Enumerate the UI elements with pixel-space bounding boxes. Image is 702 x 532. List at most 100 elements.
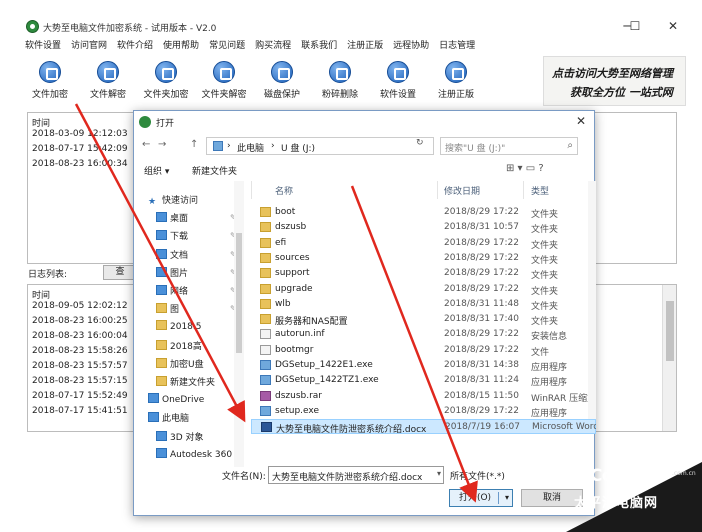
toolbar-icon-5	[329, 61, 351, 83]
log-row[interactable]: 2018-08-23 15:57:57	[32, 361, 128, 371]
recent-row[interactable]: 2018-03-09 12:12:03	[32, 129, 128, 139]
recent-row[interactable]: 2018-08-23 16:00:34	[32, 159, 128, 169]
file-row-selected[interactable]: 大势至电脑文件防泄密系统介绍.docx 2018/7/19 16:07 Micros…	[251, 419, 596, 435]
nav-item[interactable]: ★ 快速访问	[148, 193, 198, 209]
query-button[interactable]: 查	[103, 265, 137, 280]
toolbar-button-0[interactable]: 文件加密	[20, 58, 80, 104]
log-row[interactable]: 2018-09-05 12:02:12	[32, 301, 128, 311]
close-button[interactable]: ✕	[658, 16, 688, 36]
recent-row[interactable]: 2018-07-17 15:42:09	[32, 144, 128, 154]
file-type: 应用程序	[531, 378, 568, 389]
nav-item[interactable]: 图	[156, 302, 179, 318]
file-date: 2018/8/31 11:24	[444, 375, 519, 386]
file-row[interactable]: support 2018/8/29 17:22 文件夹	[251, 266, 596, 281]
toolbar-button-4[interactable]: 磁盘保护	[252, 58, 312, 104]
file-row[interactable]: efi 2018/8/29 17:22 文件夹	[251, 236, 596, 251]
file-row[interactable]: boot 2018/8/29 17:22 文件夹	[251, 205, 596, 220]
log-row[interactable]: 2018-08-23 15:57:15	[32, 376, 128, 386]
nav-item[interactable]: 新建文件夹	[156, 375, 215, 391]
toolbar-button-1[interactable]: 文件解密	[78, 58, 138, 104]
forward-arrow-icon[interactable]: →	[158, 139, 166, 150]
menu-item-0[interactable]: 软件设置	[20, 37, 66, 55]
up-arrow-icon[interactable]: ↑	[190, 139, 198, 150]
file-type-select[interactable]: 所有文件(*.*)	[450, 469, 505, 482]
filename-input[interactable]: 大势至电脑文件防泄密系统介绍.docx ▾	[268, 466, 444, 484]
nav-item[interactable]: 下载	[156, 229, 188, 245]
log-scroll-thumb[interactable]	[666, 301, 674, 361]
toolbar-button-7[interactable]: 注册正版	[426, 58, 486, 104]
toolbar-icon-6	[387, 61, 409, 83]
file-date: 2018/8/29 17:22	[444, 329, 519, 340]
open-file-dialog: 打开 ✕ ← → ↑ › 此电脑 › U 盘 (J:) ↻ 搜索"U 盘 (J:…	[133, 110, 596, 516]
address-bar[interactable]: › 此电脑 › U 盘 (J:)	[206, 137, 434, 155]
file-row[interactable]: DGSetup_1422E1.exe 2018/8/31 14:38 应用程序	[251, 358, 596, 373]
toolbar-button-6[interactable]: 软件设置	[368, 58, 428, 104]
navigation-pane: ★快速访问桌面✎下载✎文档✎图片✎网络✎图✎2018.52018高加密U盘新建文…	[144, 181, 244, 467]
log-scrollbar[interactable]	[662, 285, 676, 431]
file-date: 2018/8/31 11:48	[444, 298, 519, 309]
nav-item[interactable]: 文档	[156, 248, 188, 264]
view-options-icon[interactable]: ⊞ ▾ ▭ ?	[506, 163, 544, 174]
menu-item-3[interactable]: 使用帮助	[158, 37, 204, 55]
column-header-date[interactable]: 修改日期	[444, 184, 480, 197]
file-row[interactable]: dszusb 2018/8/31 10:57 文件夹	[251, 220, 596, 235]
file-row[interactable]: autorun.inf 2018/8/29 17:22 安装信息	[251, 327, 596, 342]
nav-item[interactable]: 2018高	[156, 339, 202, 355]
promo-banner[interactable]: 点击访问大势至网络管理 获取全方位 一站式网	[543, 56, 686, 106]
dialog-close-button[interactable]: ✕	[576, 114, 586, 128]
organize-button[interactable]: 组织 ▾	[144, 164, 169, 177]
command-bar: 组织 ▾ 新建文件夹 ⊞ ▾ ▭ ?	[134, 161, 594, 179]
menu-item-7[interactable]: 注册正版	[342, 37, 388, 55]
log-row[interactable]: 2018-07-17 15:52:49	[32, 391, 128, 401]
new-folder-button[interactable]: 新建文件夹	[192, 164, 237, 177]
file-row[interactable]: DGSetup_1422TZ1.exe 2018/8/31 11:24 应用程序	[251, 373, 596, 388]
menu-item-9[interactable]: 日志管理	[434, 37, 480, 55]
nav-scrollbar[interactable]	[234, 181, 244, 467]
nav-item[interactable]: OneDrive	[148, 393, 204, 409]
log-row[interactable]: 2018-08-23 15:58:26	[32, 346, 128, 356]
nav-item-label: 新建文件夹	[170, 378, 216, 388]
menu-item-4[interactable]: 常见问题	[204, 37, 250, 55]
nav-item[interactable]: Autodesk 360	[156, 447, 232, 464]
log-row[interactable]: 2018-08-23 16:00:25	[32, 316, 128, 326]
nav-scroll-thumb[interactable]	[236, 233, 242, 353]
nav-item[interactable]: 桌面	[156, 211, 188, 227]
back-arrow-icon[interactable]: ←	[142, 139, 150, 150]
nav-item[interactable]: 网络	[156, 284, 188, 300]
file-row[interactable]: dszusb.rar 2018/8/15 11:50 WinRAR 压缩文	[251, 389, 596, 404]
file-row[interactable]: wlb 2018/8/31 11:48 文件夹	[251, 297, 596, 312]
menu-item-6[interactable]: 联系我们	[296, 37, 342, 55]
address-segment-this-pc[interactable]: 此电脑	[237, 141, 264, 154]
file-list-scrollbar[interactable]	[588, 181, 596, 419]
toolbar-button-2[interactable]: 文件夹加密	[136, 58, 196, 104]
nav-item[interactable]: 2018.5	[156, 320, 202, 336]
refresh-icon[interactable]: ↻	[416, 138, 424, 148]
toolbar-button-3[interactable]: 文件夹解密	[194, 58, 254, 104]
column-header-type[interactable]: 类型	[531, 184, 549, 197]
file-row[interactable]: 服务器和NAS配置 2018/8/31 17:40 文件夹	[251, 312, 596, 327]
open-button[interactable]: 打开(O) ▾	[449, 489, 513, 507]
toolbar-icon-4	[271, 61, 293, 83]
menu-item-1[interactable]: 访问官网	[66, 37, 112, 55]
search-input[interactable]: 搜索"U 盘 (J:)" ⌕	[440, 137, 578, 155]
log-row[interactable]: 2018-08-23 16:00:04	[32, 331, 128, 341]
menu-item-2[interactable]: 软件介绍	[112, 37, 158, 55]
file-row[interactable]: bootmgr 2018/8/29 17:22 文件	[251, 343, 596, 358]
nav-item[interactable]: 图片	[156, 266, 188, 282]
nav-item[interactable]: 此电脑	[148, 411, 189, 427]
menu-item-5[interactable]: 购买流程	[250, 37, 296, 55]
file-row[interactable]: setup.exe 2018/8/29 17:22 应用程序	[251, 404, 596, 419]
nav-item[interactable]: 3D 对象	[156, 430, 204, 446]
menu-item-8[interactable]: 远程协助	[388, 37, 434, 55]
log-row[interactable]: 2018-07-17 15:41:51	[32, 406, 128, 416]
file-row[interactable]: upgrade 2018/8/29 17:22 文件夹	[251, 282, 596, 297]
filename-dropdown-icon[interactable]: ▾	[437, 469, 441, 478]
open-split-arrow-icon[interactable]: ▾	[505, 490, 509, 506]
column-header-name[interactable]: 名称	[275, 184, 293, 197]
toolbar-button-5[interactable]: 粉碎删除	[310, 58, 370, 104]
file-row[interactable]: sources 2018/8/29 17:22 文件夹	[251, 251, 596, 266]
address-segment-usb[interactable]: U 盘 (J:)	[281, 141, 315, 154]
maximize-button[interactable]: ☐	[620, 16, 650, 36]
nav-item[interactable]: 加密U盘	[156, 357, 204, 373]
exe-icon	[260, 375, 271, 386]
